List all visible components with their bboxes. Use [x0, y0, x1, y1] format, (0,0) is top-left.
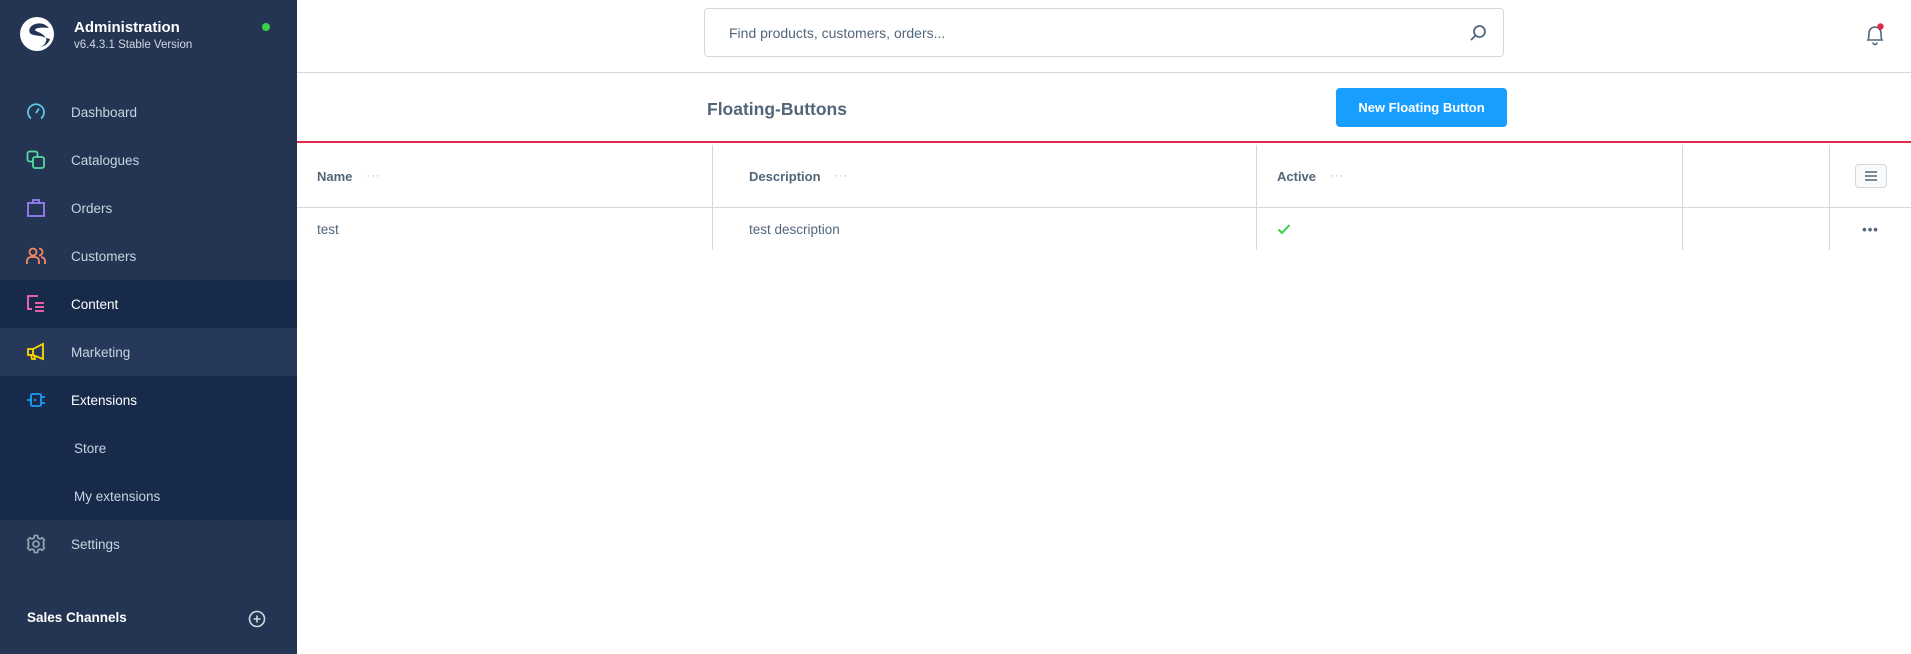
- cell-actions: •••: [1830, 208, 1911, 250]
- sidebar-subitem-label: My extensions: [74, 488, 161, 504]
- column-menu-icon[interactable]: ···: [1330, 170, 1344, 182]
- sidebar-item-content[interactable]: Content: [0, 280, 297, 328]
- column-settings-cell: [1830, 145, 1911, 207]
- column-label: Description: [749, 168, 821, 184]
- column-header-description[interactable]: Description ···: [713, 145, 1257, 207]
- sidebar-item-extensions[interactable]: Extensions: [0, 376, 297, 424]
- brand-header: Administration v6.4.3.1 Stable Version: [0, 0, 297, 72]
- grid-header-row: Name ··· Description ··· Active ···: [297, 145, 1911, 208]
- column-label: Name: [317, 168, 353, 184]
- search-icon[interactable]: [1469, 24, 1487, 42]
- orders-icon: [27, 199, 45, 217]
- column-header-active[interactable]: Active ···: [1257, 145, 1683, 207]
- sidebar-item-catalogues[interactable]: Catalogues: [0, 136, 297, 184]
- column-header-spacer: [1683, 145, 1830, 207]
- app-title: Administration: [74, 19, 180, 36]
- shopware-logo-icon: [20, 17, 54, 51]
- sidebar-item-label: Dashboard: [71, 104, 138, 120]
- cell-name: test: [297, 208, 713, 250]
- online-status-dot: [262, 23, 270, 31]
- top-bar: [297, 0, 1911, 73]
- sidebar-item-orders[interactable]: Orders: [0, 184, 297, 232]
- sales-channels-heading: Sales Channels: [27, 610, 127, 625]
- sidebar: Administration v6.4.3.1 Stable Version D…: [0, 0, 297, 654]
- customers-icon: [26, 247, 46, 264]
- content-icon: [27, 295, 44, 312]
- table-row[interactable]: test test description •••: [297, 208, 1911, 250]
- extensions-icon: [27, 393, 45, 407]
- column-menu-icon[interactable]: ···: [835, 170, 849, 182]
- global-search: [704, 8, 1504, 57]
- notification-badge: [1877, 23, 1884, 30]
- notifications-bell-icon[interactable]: [1863, 22, 1887, 46]
- sidebar-item-dashboard[interactable]: Dashboard: [0, 88, 297, 136]
- cell-description: test description: [713, 208, 1257, 250]
- sidebar-item-settings[interactable]: Settings: [0, 520, 297, 568]
- settings-icon: [26, 534, 46, 554]
- extensions-group: Extensions Store My extensions: [0, 376, 297, 520]
- sidebar-item-label: Customers: [71, 248, 137, 264]
- page-header: Floating-Buttons New Floating Button: [297, 73, 1911, 143]
- sidebar-item-customers[interactable]: Customers: [0, 232, 297, 280]
- grid-settings-button[interactable]: [1854, 164, 1887, 188]
- sidebar-item-label: Content: [71, 296, 119, 312]
- sidebar-item-label: Settings: [71, 536, 120, 552]
- sidebar-item-label: Marketing: [71, 344, 131, 360]
- main-navigation: Dashboard Catalogues Orders Customers Co…: [0, 88, 297, 568]
- checkmark-icon: [1277, 224, 1291, 235]
- sidebar-item-label: Extensions: [71, 392, 138, 408]
- sidebar-subitem-label: Store: [74, 440, 107, 456]
- description-value: test description: [749, 221, 840, 237]
- add-sales-channel-icon[interactable]: [248, 610, 266, 628]
- data-grid: Name ··· Description ··· Active ··· test…: [297, 145, 1911, 250]
- cell-spacer: [1683, 208, 1830, 250]
- sidebar-subitem-my-extensions[interactable]: My extensions: [0, 472, 297, 520]
- dashboard-icon: [27, 103, 45, 120]
- app-version: v6.4.3.1 Stable Version: [74, 39, 193, 51]
- marketing-icon: [27, 342, 44, 361]
- page-title: Floating-Buttons: [707, 99, 847, 119]
- search-input[interactable]: [729, 9, 1429, 56]
- list-menu-icon: [1864, 171, 1877, 181]
- name-value: test: [317, 221, 339, 237]
- column-header-name[interactable]: Name ···: [297, 145, 713, 207]
- column-menu-icon[interactable]: ···: [366, 170, 380, 182]
- new-floating-button-button[interactable]: New Floating Button: [1336, 88, 1507, 127]
- catalogues-icon: [26, 150, 45, 169]
- column-label: Active: [1277, 168, 1317, 184]
- cell-active: [1257, 208, 1683, 250]
- sidebar-subitem-store[interactable]: Store: [0, 424, 297, 472]
- sidebar-item-label: Catalogues: [71, 152, 140, 168]
- row-actions-menu-icon[interactable]: •••: [1862, 222, 1879, 237]
- sidebar-item-label: Orders: [71, 200, 113, 216]
- sidebar-item-marketing[interactable]: Marketing: [0, 328, 297, 376]
